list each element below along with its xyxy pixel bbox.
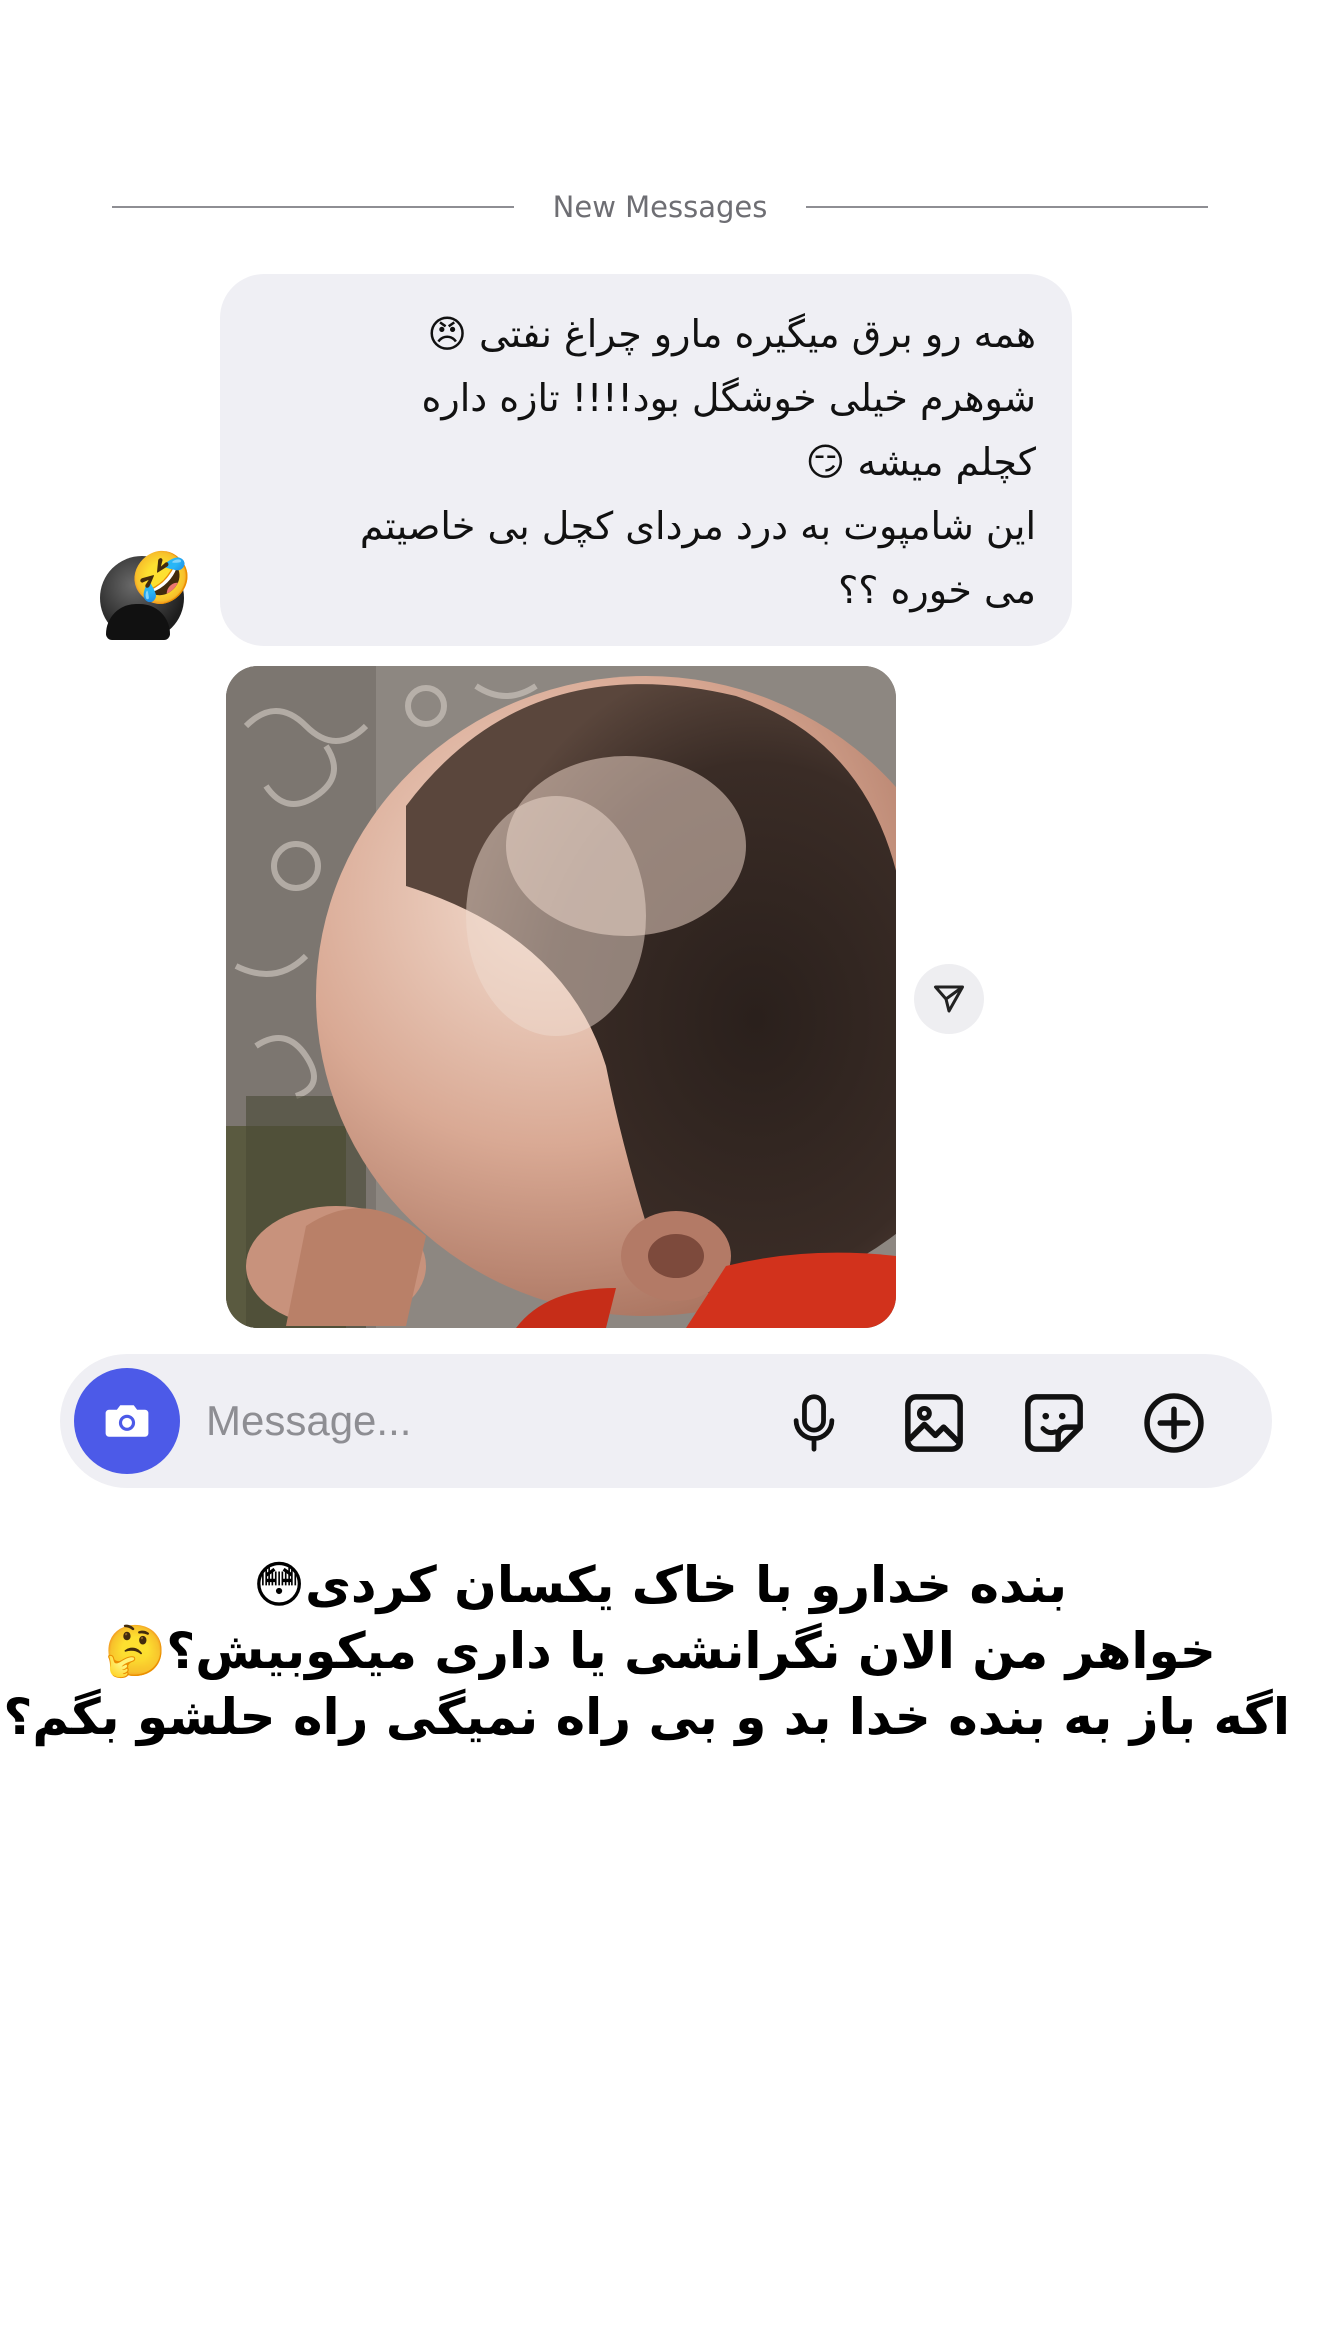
camera-button[interactable] — [74, 1368, 180, 1474]
caption-line: خواهر من الان نگرانشی یا داری میکوبیش؟🤔 — [104, 1622, 1216, 1680]
photo-bald-head-image — [226, 666, 896, 1328]
gallery-icon — [905, 1394, 963, 1452]
sticker-button[interactable] — [1018, 1387, 1090, 1459]
sticker-icon — [1025, 1394, 1083, 1452]
add-button[interactable] — [1138, 1387, 1210, 1459]
message-input[interactable]: Message... — [206, 1394, 411, 1448]
microphone-button[interactable] — [778, 1387, 850, 1459]
microphone-icon — [793, 1394, 835, 1452]
avatar-silhouette — [106, 604, 170, 640]
message-line: کچلم میشه 😏 — [805, 440, 1036, 484]
plus-icon — [1144, 1393, 1204, 1453]
message-line: همه رو برق میگیره مارو چراغ نفتی 😠 — [427, 312, 1036, 356]
message-line: شوهرم خیلی خوشگل بود!!!! تازه داره — [421, 376, 1036, 420]
shared-photo[interactable] — [226, 666, 896, 1328]
divider-line-left — [112, 206, 514, 208]
new-messages-label: New Messages — [552, 190, 768, 224]
overlay-caption: بنده خدارو با خاک یکسان کردی😳 خواهر من ا… — [0, 1552, 1290, 1750]
avatar-emoji-badge: 🤣 — [130, 549, 193, 607]
sender-avatar[interactable]: 🤣 — [100, 550, 192, 640]
message-bubble[interactable]: همه رو برق میگیره مارو چراغ نفتی 😠 شوهرم… — [220, 274, 1072, 646]
camera-icon — [105, 1405, 149, 1437]
caption-line: بنده خدارو با خاک یکسان کردی😳 — [252, 1556, 1068, 1614]
message-line: این شامپوت به درد مردای کچل بی خاصیتم — [359, 504, 1036, 548]
gallery-button[interactable] — [898, 1387, 970, 1459]
caption-line: اگه باز به بنده خدا بد و بی راه نمیگی را… — [0, 1688, 1290, 1746]
divider-line-right — [806, 206, 1208, 208]
message-composer[interactable]: Message... — [60, 1354, 1272, 1488]
share-button[interactable] — [914, 964, 984, 1034]
send-icon — [934, 985, 964, 1013]
message-line: می خوره ؟؟ — [838, 568, 1036, 612]
new-messages-divider: New Messages — [112, 190, 1208, 224]
